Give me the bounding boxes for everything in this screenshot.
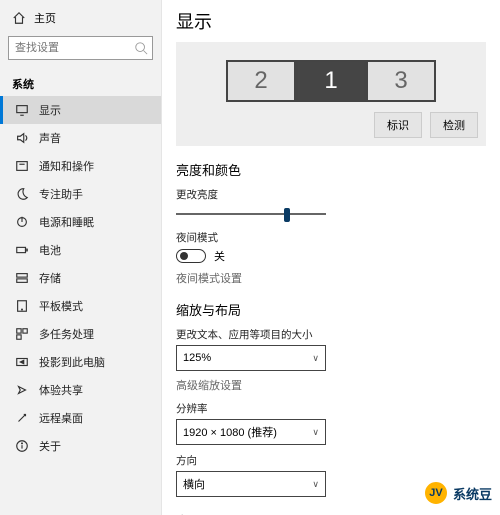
monitor-icon — [15, 103, 29, 117]
monitor-arrangement[interactable]: 213 标识 检测 — [176, 42, 486, 146]
sidebar-item-label: 专注助手 — [39, 186, 83, 202]
night-mode-toggle[interactable] — [176, 249, 206, 263]
sidebar-item-label: 声音 — [39, 130, 61, 146]
sidebar-item-moon[interactable]: 专注助手 — [0, 180, 161, 208]
watermark-text: 系统豆 — [453, 484, 492, 503]
sidebar-item-label: 显示 — [39, 102, 61, 118]
sidebar-item-label: 电源和睡眠 — [39, 214, 94, 230]
chevron-down-icon: ∨ — [312, 427, 319, 438]
tablet-icon — [15, 299, 29, 313]
home-icon — [12, 11, 26, 25]
monitor-row: 213 — [226, 60, 436, 102]
sidebar: 主页 系统 显示声音通知和操作专注助手电源和睡眠电池存储平板模式多任务处理投影到… — [0, 0, 162, 515]
sidebar-item-label: 电池 — [39, 242, 61, 258]
identify-button[interactable]: 标识 — [374, 112, 422, 138]
sidebar-group-title: 系统 — [0, 68, 161, 96]
resolution-value: 1920 × 1080 (推荐) — [183, 424, 277, 440]
sidebar-item-remote[interactable]: 远程桌面 — [0, 404, 161, 432]
sidebar-item-share[interactable]: 体验共享 — [0, 376, 161, 404]
sidebar-item-power[interactable]: 电源和睡眠 — [0, 208, 161, 236]
battery-icon — [15, 243, 29, 257]
resolution-label: 分辨率 — [176, 401, 486, 416]
moon-icon — [15, 187, 29, 201]
brightness-label: 更改亮度 — [176, 187, 486, 202]
orientation-value: 横向 — [183, 476, 205, 492]
sidebar-nav: 显示声音通知和操作专注助手电源和睡眠电池存储平板模式多任务处理投影到此电脑体验共… — [0, 96, 161, 460]
sidebar-item-monitor[interactable]: 显示 — [0, 96, 161, 124]
sidebar-item-sound[interactable]: 声音 — [0, 124, 161, 152]
sidebar-item-label: 通知和操作 — [39, 158, 94, 174]
notify-icon — [15, 159, 29, 173]
monitor-2[interactable]: 2 — [226, 60, 296, 102]
sidebar-home-label: 主页 — [34, 10, 56, 26]
search-icon — [134, 41, 148, 55]
monitor-3[interactable]: 3 — [366, 60, 436, 102]
night-mode-settings-link[interactable]: 夜间模式设置 — [176, 270, 486, 286]
chevron-down-icon: ∨ — [312, 479, 319, 490]
sidebar-item-battery[interactable]: 电池 — [0, 236, 161, 264]
sidebar-item-label: 平板模式 — [39, 298, 83, 314]
project-icon — [15, 355, 29, 369]
detect-button[interactable]: 检测 — [430, 112, 478, 138]
scale-value: 125% — [183, 352, 211, 364]
power-icon — [15, 215, 29, 229]
section-multi: 多显示器设置 — [176, 511, 486, 515]
section-scale: 缩放与布局 — [176, 300, 486, 319]
brightness-slider[interactable] — [176, 206, 326, 222]
sound-icon — [15, 131, 29, 145]
sidebar-item-label: 远程桌面 — [39, 410, 83, 426]
slider-thumb[interactable] — [284, 208, 290, 222]
page-title: 显示 — [176, 8, 486, 34]
multi-icon — [15, 327, 29, 341]
advanced-scale-link[interactable]: 高级缩放设置 — [176, 377, 486, 393]
sidebar-item-label: 多任务处理 — [39, 326, 94, 342]
sidebar-item-about[interactable]: 关于 — [0, 432, 161, 460]
sidebar-item-project[interactable]: 投影到此电脑 — [0, 348, 161, 376]
sidebar-item-storage[interactable]: 存储 — [0, 264, 161, 292]
night-mode-state: 关 — [214, 248, 225, 264]
search-input[interactable] — [8, 36, 153, 60]
scale-label: 更改文本、应用等项目的大小 — [176, 327, 486, 342]
sidebar-item-label: 体验共享 — [39, 382, 83, 398]
share-icon — [15, 383, 29, 397]
monitor-1[interactable]: 1 — [296, 60, 366, 102]
night-mode-label: 夜间模式 — [176, 230, 486, 245]
orientation-label: 方向 — [176, 453, 486, 468]
scale-dropdown[interactable]: 125% ∨ — [176, 345, 326, 371]
sidebar-item-tablet[interactable]: 平板模式 — [0, 292, 161, 320]
sidebar-item-multi[interactable]: 多任务处理 — [0, 320, 161, 348]
sidebar-item-label: 存储 — [39, 270, 61, 286]
watermark-icon: JV — [423, 480, 449, 506]
sidebar-item-label: 关于 — [39, 438, 61, 454]
resolution-dropdown[interactable]: 1920 × 1080 (推荐) ∨ — [176, 419, 326, 445]
sidebar-item-notify[interactable]: 通知和操作 — [0, 152, 161, 180]
watermark-badge: JV 系统豆 — [419, 479, 496, 507]
chevron-down-icon: ∨ — [312, 353, 319, 364]
main-panel: 显示 213 标识 检测 亮度和颜色 更改亮度 夜间模式 关 夜间模式设置 缩放… — [162, 0, 500, 515]
section-brightness: 亮度和颜色 — [176, 160, 486, 179]
sidebar-item-label: 投影到此电脑 — [39, 354, 105, 370]
remote-icon — [15, 411, 29, 425]
sidebar-home[interactable]: 主页 — [0, 6, 161, 32]
about-icon — [15, 439, 29, 453]
orientation-dropdown[interactable]: 横向 ∨ — [176, 471, 326, 497]
storage-icon — [15, 271, 29, 285]
search-box[interactable] — [8, 36, 153, 60]
